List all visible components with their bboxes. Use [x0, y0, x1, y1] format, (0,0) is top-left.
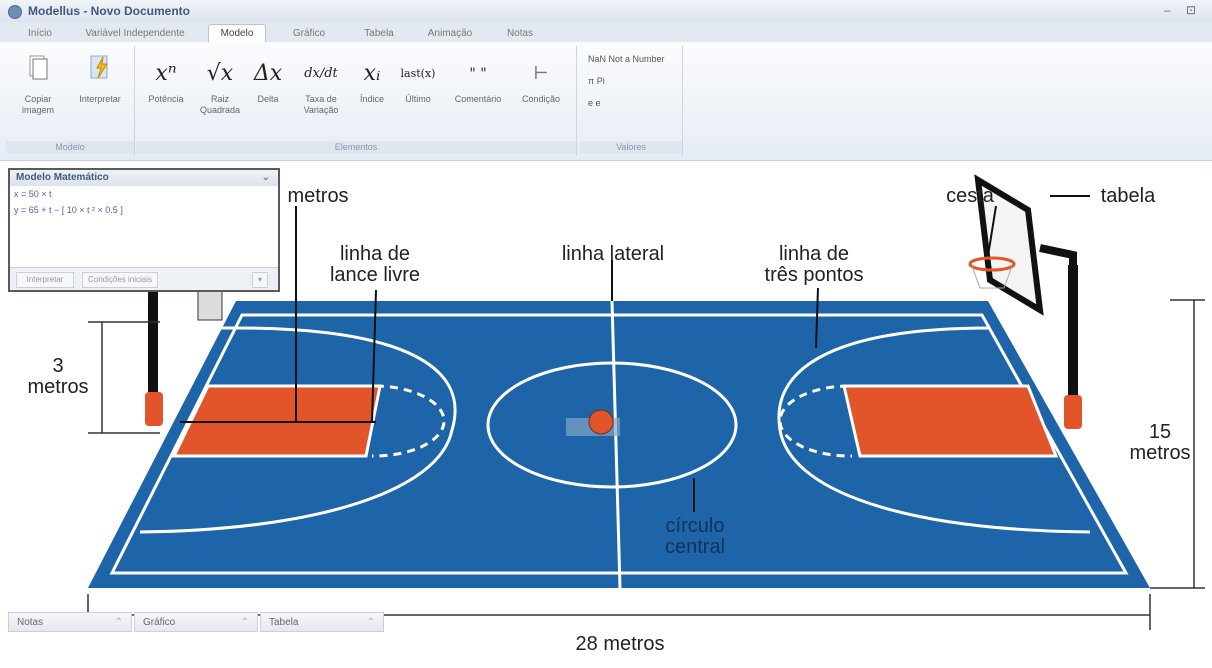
model-panel-header[interactable]: Modelo Matemático ⌄	[10, 170, 278, 186]
condicao-button[interactable]: ⊢ Condição	[514, 54, 568, 134]
interpret-button[interactable]: Interpretar	[72, 54, 128, 134]
delta-button[interactable]: Δx Delta	[246, 54, 290, 134]
group-modelo: Copiar imagem Interpretar Modelo	[6, 46, 135, 156]
chevron-down-icon[interactable]: ⌄	[262, 170, 270, 186]
condition-icon: ⊢	[533, 63, 549, 84]
copy-icon	[10, 54, 66, 94]
app-icon[interactable]	[8, 5, 22, 19]
group-label-elementos: Elementos	[136, 141, 576, 154]
window-tab-tabela[interactable]: Tabela ⌃	[260, 612, 384, 632]
label-tres-pontos: linha de três pontos	[764, 243, 864, 286]
nan-button[interactable]: NaN Not a Number	[588, 54, 665, 64]
tab-grafico[interactable]: Gráfico	[284, 25, 334, 42]
delta-icon: Δx	[253, 61, 283, 86]
potencia-button[interactable]: xⁿ Potência	[138, 54, 194, 134]
label-3-metros: 3 metros	[27, 355, 89, 398]
ultimo-button[interactable]: last(x) Último	[396, 54, 440, 134]
label-28-metros: 28 metros	[575, 633, 665, 655]
group-label-modelo: Modelo	[6, 141, 134, 154]
tab-modelo[interactable]: Modelo	[208, 24, 266, 43]
label-circulo-central: círculo central	[664, 515, 726, 558]
tab-tabela[interactable]: Tabela	[354, 25, 404, 42]
minimized-windows: Notas ⌃ Gráfico ⌃ Tabela ⌃	[8, 612, 388, 634]
taxa-variacao-button[interactable]: dx/dt Taxa de Variação	[296, 54, 346, 134]
window-tab-grafico[interactable]: Gráfico ⌃	[134, 612, 258, 632]
tab-animacao[interactable]: Animação	[420, 25, 480, 42]
model-panel-footer: Interpretar Condições iniciais ▾	[10, 267, 278, 290]
lightning-icon	[72, 54, 128, 94]
title-bar: Modellus - Novo Documento – ⊡	[0, 0, 1212, 23]
group-elementos: xⁿ Potência √x Raiz Quadrada Δx Delta dx…	[136, 46, 577, 156]
raiz-quadrada-button[interactable]: √x Raiz Quadrada	[192, 54, 248, 134]
window-controls[interactable]: – ⊡	[1164, 3, 1202, 17]
panel-dropdown-icon[interactable]: ▾	[252, 272, 268, 288]
derivative-icon: dx/dt	[304, 66, 338, 81]
window-title: Modellus - Novo Documento	[28, 4, 190, 18]
restore-icon[interactable]: ⌃	[241, 613, 249, 633]
sqrt-icon: √x	[206, 61, 234, 86]
group-valores: NaN Not a Number π Pi e e Valores	[580, 46, 683, 156]
initial-conditions-button[interactable]: Condições iniciais	[82, 272, 158, 288]
pi-button[interactable]: π Pi	[588, 76, 605, 86]
window-tab-notas[interactable]: Notas ⌃	[8, 612, 132, 632]
e-button[interactable]: e e	[588, 98, 601, 108]
tab-inicio[interactable]: Início	[20, 25, 60, 42]
label-linha-lateral: linha lateral	[561, 243, 665, 265]
equation-y[interactable]: y = 65 + t − [ 10 × t ² × 0.5 ]	[10, 202, 278, 218]
ribbon: Copiar imagem Interpretar Modelo xⁿ Potê…	[0, 42, 1212, 161]
label-cesta: cesta	[946, 185, 994, 207]
comentario-button[interactable]: " " Comentário	[448, 54, 508, 134]
interpret-model-button[interactable]: Interpretar	[16, 272, 74, 288]
equation-x[interactable]: x = 50 × t	[10, 186, 278, 202]
label-lance-livre: linha de lance livre	[329, 243, 421, 286]
indice-button[interactable]: xᵢ Índice	[352, 54, 392, 134]
copy-image-button[interactable]: Copiar imagem	[10, 54, 66, 134]
restore-icon[interactable]: ⌃	[115, 613, 123, 633]
index-icon: xᵢ	[363, 61, 381, 86]
comment-icon: " "	[469, 66, 487, 82]
label-tabela: tabela	[1100, 185, 1156, 207]
group-label-valores: Valores	[580, 141, 682, 154]
tab-notas[interactable]: Notas	[500, 25, 540, 42]
restore-icon[interactable]: ⌃	[367, 613, 375, 633]
last-icon: last(x)	[400, 67, 436, 80]
model-panel-title: Modelo Matemático	[16, 172, 109, 183]
model-panel[interactable]: Modelo Matemático ⌄ x = 50 × t y = 65 + …	[8, 168, 280, 292]
label-15-metros: 15 metros	[1129, 421, 1191, 464]
tab-variavel-independente[interactable]: Variável Independente	[80, 25, 190, 42]
label-metros-top: metros	[287, 185, 349, 207]
ribbon-tabs: Início Variável Independente Modelo Gráf…	[0, 22, 1212, 43]
power-icon: xⁿ	[155, 61, 177, 86]
